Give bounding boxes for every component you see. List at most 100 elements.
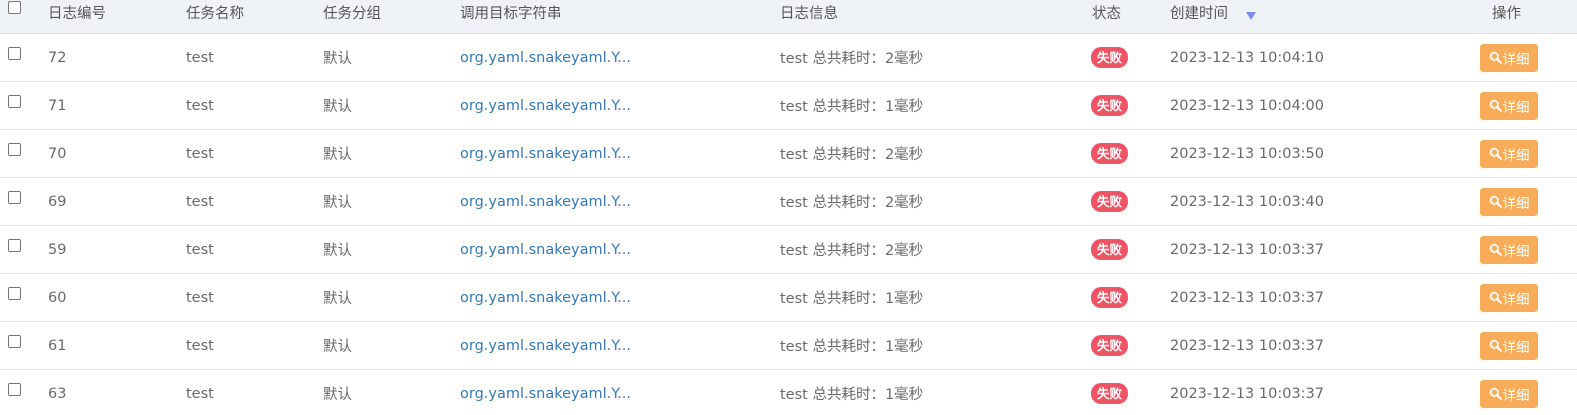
invoke-target-link[interactable]: org.yaml.snakeyaml.Y... [460, 322, 631, 369]
header-status[interactable]: 状态 [1092, 0, 1121, 35]
invoke-target-link[interactable]: org.yaml.snakeyaml.Y... [460, 82, 631, 129]
action-cell: 详细 [1480, 322, 1538, 369]
job-name: test [186, 145, 214, 162]
detail-button-label: 详细 [1502, 243, 1530, 260]
detail-button-label: 详细 [1502, 195, 1530, 212]
search-icon [1489, 147, 1502, 160]
search-icon [1489, 195, 1502, 208]
invoke-target-link[interactable]: org.yaml.snakeyaml.Y... [460, 178, 631, 225]
status-cell: 失败 [1088, 82, 1131, 129]
search-icon [1489, 243, 1502, 256]
status-badge: 失败 [1090, 383, 1128, 404]
table-row[interactable]: 59 test 默认 org.yaml.snakeyaml.Y... test … [0, 226, 1577, 274]
job-name: test [186, 385, 214, 402]
header-log-id[interactable]: 日志编号 [48, 0, 106, 35]
job-group: 默认 [323, 387, 352, 403]
create-time: 2023-12-13 10:04:10 [1170, 49, 1324, 66]
action-cell: 详细 [1480, 178, 1538, 225]
table-header: 日志编号 任务名称 任务分组 调用目标字符串 日志信息 状态 创建时间 操作 [0, 0, 1577, 34]
header-create-time-label: 创建时间 [1170, 6, 1228, 22]
table-row[interactable]: 63 test 默认 org.yaml.snakeyaml.Y... test … [0, 370, 1577, 415]
search-icon [1489, 339, 1502, 352]
job-group: 默认 [323, 147, 352, 163]
select-all-checkbox-cell[interactable] [8, 0, 21, 34]
row-checkbox[interactable] [8, 383, 21, 396]
job-group: 默认 [323, 99, 352, 115]
status-cell: 失败 [1088, 34, 1131, 81]
action-cell: 详细 [1480, 370, 1538, 415]
detail-button-label: 详细 [1502, 51, 1530, 68]
status-badge: 失败 [1090, 335, 1128, 356]
table-body: 72 test 默认 org.yaml.snakeyaml.Y... test … [0, 34, 1577, 415]
job-name: test [186, 337, 214, 354]
detail-button[interactable]: 详细 [1480, 331, 1538, 360]
header-invoke-target[interactable]: 调用目标字符串 [460, 0, 562, 35]
job-name: test [186, 241, 214, 258]
job-name: test [186, 193, 214, 210]
log-message: test 总共耗时：1毫秒 [780, 99, 924, 115]
log-message: test 总共耗时：2毫秒 [780, 147, 924, 163]
search-icon [1489, 291, 1502, 304]
row-checkbox[interactable] [8, 335, 21, 348]
detail-button-label: 详细 [1502, 99, 1530, 116]
detail-button[interactable]: 详细 [1480, 235, 1538, 264]
job-group: 默认 [323, 51, 352, 67]
header-job-name[interactable]: 任务名称 [186, 0, 244, 35]
create-time: 2023-12-13 10:03:37 [1170, 241, 1324, 258]
log-id: 70 [48, 145, 67, 162]
detail-button[interactable]: 详细 [1480, 139, 1538, 168]
log-id: 69 [48, 193, 67, 210]
detail-button[interactable]: 详细 [1480, 187, 1538, 216]
invoke-target-link[interactable]: org.yaml.snakeyaml.Y... [460, 274, 631, 321]
create-time: 2023-12-13 10:03:37 [1170, 289, 1324, 306]
create-time: 2023-12-13 10:04:00 [1170, 97, 1324, 114]
invoke-target-link[interactable]: org.yaml.snakeyaml.Y... [460, 226, 631, 273]
detail-button-label: 详细 [1502, 291, 1530, 308]
table-row[interactable]: 72 test 默认 org.yaml.snakeyaml.Y... test … [0, 34, 1577, 82]
row-checkbox[interactable] [8, 239, 21, 252]
status-cell: 失败 [1088, 274, 1131, 321]
search-icon [1489, 99, 1502, 112]
table-row[interactable]: 71 test 默认 org.yaml.snakeyaml.Y... test … [0, 82, 1577, 130]
invoke-target-link[interactable]: org.yaml.snakeyaml.Y... [460, 370, 631, 415]
detail-button[interactable]: 详细 [1480, 379, 1538, 408]
detail-button-label: 详细 [1502, 339, 1530, 356]
header-log-message[interactable]: 日志信息 [780, 0, 838, 35]
header-job-group[interactable]: 任务分组 [323, 0, 381, 35]
table-row[interactable]: 61 test 默认 org.yaml.snakeyaml.Y... test … [0, 322, 1577, 370]
log-id: 72 [48, 49, 67, 66]
row-checkbox[interactable] [8, 95, 21, 108]
log-message: test 总共耗时：2毫秒 [780, 243, 924, 259]
create-time: 2023-12-13 10:03:40 [1170, 193, 1324, 210]
action-cell: 详细 [1480, 274, 1538, 321]
status-badge: 失败 [1090, 287, 1128, 308]
row-checkbox-cell[interactable] [8, 370, 21, 415]
row-checkbox[interactable] [8, 143, 21, 156]
log-message: test 总共耗时：2毫秒 [780, 51, 924, 67]
log-id: 61 [48, 337, 67, 354]
invoke-target-link[interactable]: org.yaml.snakeyaml.Y... [460, 34, 631, 81]
detail-button[interactable]: 详细 [1480, 91, 1538, 120]
table-row[interactable]: 60 test 默认 org.yaml.snakeyaml.Y... test … [0, 274, 1577, 322]
status-badge: 失败 [1090, 239, 1128, 260]
job-group: 默认 [323, 243, 352, 259]
status-badge: 失败 [1090, 95, 1128, 116]
row-checkbox[interactable] [8, 191, 21, 204]
detail-button[interactable]: 详细 [1480, 43, 1538, 72]
row-checkbox[interactable] [8, 47, 21, 60]
status-badge: 失败 [1090, 191, 1128, 212]
invoke-target-link[interactable]: org.yaml.snakeyaml.Y... [460, 130, 631, 177]
detail-button[interactable]: 详细 [1480, 283, 1538, 312]
select-all-checkbox[interactable] [8, 1, 21, 14]
row-checkbox[interactable] [8, 287, 21, 300]
search-icon [1489, 51, 1502, 64]
job-group: 默认 [323, 195, 352, 211]
header-create-time[interactable]: 创建时间 [1170, 0, 1256, 35]
sort-desc-arrow-icon[interactable] [1246, 12, 1256, 20]
detail-button-label: 详细 [1502, 147, 1530, 164]
table-row[interactable]: 70 test 默认 org.yaml.snakeyaml.Y... test … [0, 130, 1577, 178]
log-id: 59 [48, 241, 67, 258]
log-message: test 总共耗时：1毫秒 [780, 339, 924, 355]
log-message: test 总共耗时：2毫秒 [780, 195, 924, 211]
table-row[interactable]: 69 test 默认 org.yaml.snakeyaml.Y... test … [0, 178, 1577, 226]
